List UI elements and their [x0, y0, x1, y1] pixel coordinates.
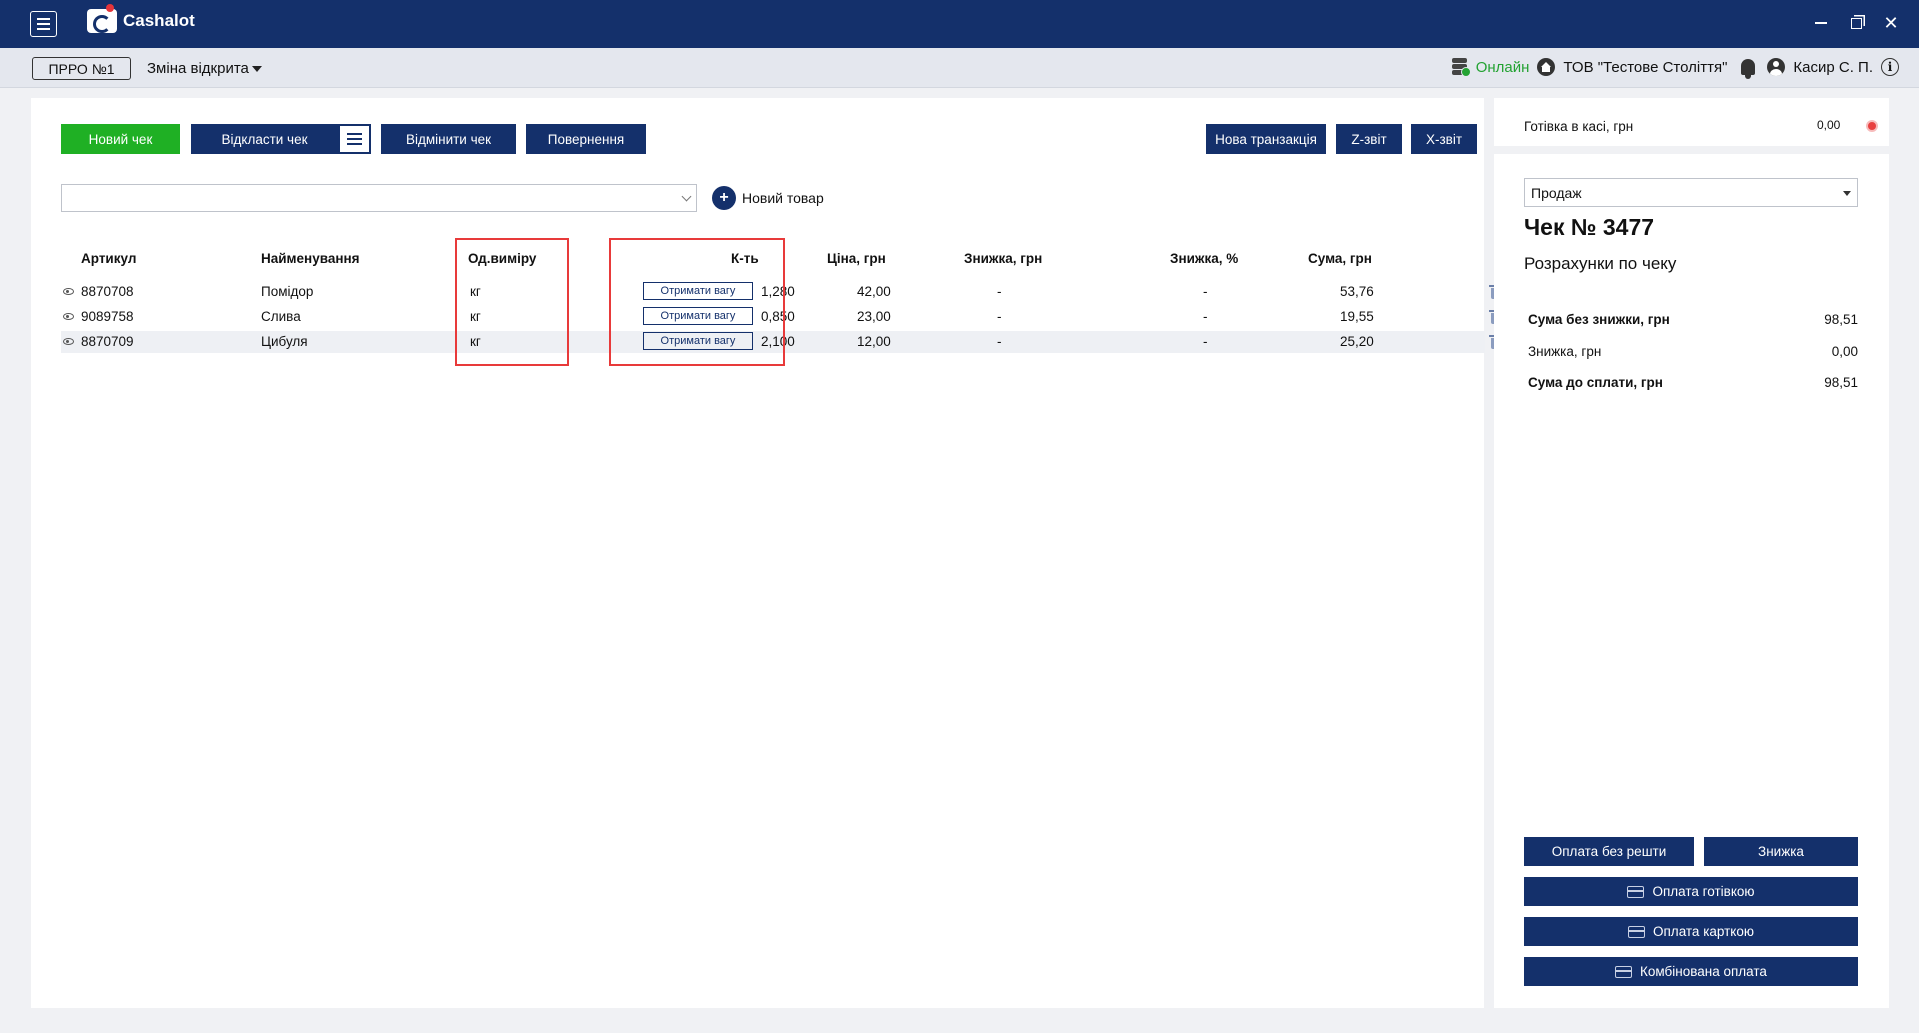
cell-article: 9089758 [81, 309, 134, 324]
cell-name: Слива [261, 309, 301, 324]
cell-sum: 19,55 [1340, 309, 1374, 324]
combined-payment-icon [1615, 965, 1633, 978]
discount-button[interactable]: Знижка [1704, 837, 1858, 866]
discount-value: 0,00 [1831, 344, 1858, 359]
return-button[interactable]: Повернення [526, 124, 646, 154]
title-bar: Cashalot ✕ [0, 0, 1919, 48]
cell-name: Цибуля [261, 334, 308, 349]
app-name: Cashalot [123, 11, 195, 30]
new-item-label: Новий товар [742, 190, 824, 206]
new-transaction-button[interactable]: Нова транзакція [1206, 124, 1326, 154]
product-search-input[interactable] [61, 184, 697, 212]
eye-icon[interactable] [63, 313, 74, 320]
credit-card-icon [1628, 925, 1645, 938]
discount-label: Знижка, грн [1528, 344, 1602, 359]
z-report-button[interactable]: Z-звіт [1336, 124, 1402, 154]
unit-column-highlight [455, 238, 569, 366]
receipt-title: Чек № 3477 [1524, 214, 1655, 240]
cash-icon [1627, 885, 1645, 898]
info-icon[interactable]: i [1881, 58, 1899, 76]
main-panel: Новий чек Відкласти чек Відмінити чек По… [31, 98, 1502, 1008]
cell-article: 8870708 [81, 284, 134, 299]
close-icon[interactable]: ✕ [1880, 12, 1902, 34]
app-logo: Cashalot [87, 4, 195, 33]
cashier-name[interactable]: Касир С. П. [1793, 59, 1873, 76]
cell-sum: 53,76 [1340, 284, 1374, 299]
new-receipt-button[interactable]: Новий чек [61, 124, 180, 154]
shift-label: Зміна відкрита [147, 60, 249, 77]
pay-no-change-button[interactable]: Оплата без решти [1524, 837, 1694, 866]
status-bar: ПРРО №1 Зміна відкрита Онлайн ТОВ "Тесто… [0, 48, 1919, 88]
sum-no-discount-label: Сума без знижки, грн [1528, 312, 1670, 327]
company-name[interactable]: ТОВ "Тестове Століття" [1563, 59, 1727, 76]
header-article: Артикул [81, 251, 137, 266]
user-icon [1767, 58, 1786, 76]
x-report-button[interactable]: X-звіт [1411, 124, 1477, 154]
header-sum: Сума, грн [1308, 251, 1372, 266]
status-right: Онлайн ТОВ "Тестове Століття" Касир С. П… [1451, 58, 1899, 79]
bell-icon[interactable] [1741, 59, 1756, 79]
header-discount-uah: Знижка, грн [964, 251, 1043, 266]
new-item-button[interactable]: + Новий товар [712, 186, 824, 210]
cell-price: 12,00 [857, 334, 891, 349]
cash-label: Готівка в касі, грн [1524, 119, 1634, 134]
to-pay-row: Сума до сплати, грн 98,51 [1528, 375, 1858, 390]
prro-button[interactable]: ПРРО №1 [32, 57, 131, 80]
pay-cash-button[interactable]: Оплата готівкою [1524, 877, 1858, 906]
postponed-list-icon[interactable] [338, 124, 371, 154]
cell-article: 8870709 [81, 334, 134, 349]
operation-type-value: Продаж [1531, 185, 1582, 201]
eye-icon[interactable] [63, 338, 74, 345]
online-status: Онлайн [1475, 58, 1530, 76]
header-discount-pct: Знижка, % [1170, 251, 1239, 266]
server-status-icon [1451, 58, 1471, 77]
cell-sum: 25,20 [1340, 334, 1374, 349]
company-icon [1537, 58, 1556, 76]
eye-icon[interactable] [63, 288, 74, 295]
cash-value: 0,00 [1817, 118, 1841, 132]
qty-column-highlight [609, 238, 785, 366]
cell-price: 42,00 [857, 284, 891, 299]
logo-icon [87, 4, 117, 33]
caret-down-icon [251, 66, 262, 73]
pay-card-button[interactable]: Оплата карткою [1524, 917, 1858, 946]
to-pay-value: 98,51 [1824, 375, 1858, 390]
caret-down-icon [1843, 191, 1851, 196]
sum-no-discount-value: 98,51 [1824, 312, 1858, 327]
receipt-panel: Продаж Чек № 3477 Розрахунки по чеку Сум… [1494, 154, 1889, 1008]
cell-discount-pct: - [1203, 334, 1208, 349]
cell-price: 23,00 [857, 309, 891, 324]
sum-no-discount-row: Сума без знижки, грн 98,51 [1528, 312, 1858, 327]
shift-dropdown[interactable]: Зміна відкрита [147, 60, 262, 77]
cell-discount-uah: - [997, 334, 1002, 349]
cell-discount-pct: - [1203, 284, 1208, 299]
operation-type-select[interactable]: Продаж [1524, 178, 1858, 207]
postpone-label: Відкласти чек [221, 131, 308, 147]
header-name: Найменування [261, 251, 360, 266]
cell-name: Помідор [261, 284, 314, 299]
pay-card-label: Оплата карткою [1653, 924, 1754, 939]
discount-row: Знижка, грн 0,00 [1528, 344, 1858, 359]
restore-icon[interactable] [1845, 12, 1867, 34]
pay-combined-label: Комбінована оплата [1640, 964, 1767, 979]
pay-combined-button[interactable]: Комбінована оплата [1524, 957, 1858, 986]
status-dot-icon [1866, 120, 1878, 132]
pay-cash-label: Оплата готівкою [1652, 884, 1755, 899]
header-price: Ціна, грн [827, 251, 886, 266]
chevron-down-icon[interactable] [681, 191, 692, 202]
cell-discount-uah: - [997, 284, 1002, 299]
minimize-icon[interactable] [1810, 12, 1832, 34]
to-pay-label: Сума до сплати, грн [1528, 375, 1663, 390]
postpone-receipt-button[interactable]: Відкласти чек [191, 124, 371, 154]
cell-discount-uah: - [997, 309, 1002, 324]
hamburger-menu-icon[interactable] [30, 11, 57, 37]
plus-icon: + [712, 186, 736, 210]
cell-discount-pct: - [1203, 309, 1208, 324]
cancel-receipt-button[interactable]: Відмінити чек [381, 124, 516, 154]
cash-in-register: Готівка в касі, грн 0,00 [1494, 98, 1889, 146]
receipt-subtitle: Розрахунки по чеку [1524, 254, 1677, 273]
